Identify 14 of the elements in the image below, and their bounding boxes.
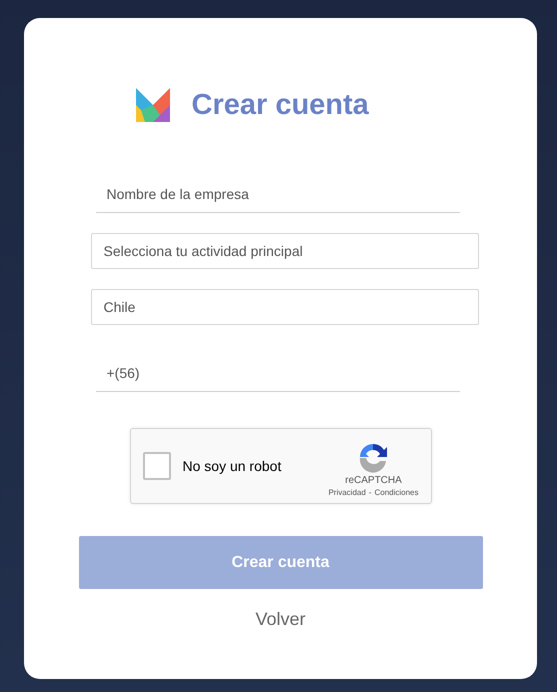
back-link[interactable]: Volver — [255, 609, 306, 630]
input-field[interactable]: +(56) — [96, 355, 460, 392]
captcha-link[interactable]: Condiciones — [374, 488, 418, 497]
input-field[interactable]: Nombre de la empresa — [96, 176, 460, 213]
recaptcha-icon — [357, 441, 390, 473]
input-field[interactable]: Chile — [90, 289, 478, 325]
separator: - — [368, 488, 372, 497]
captcha-link[interactable]: Privacidad — [328, 488, 366, 497]
page-title: Crear cuenta — [192, 88, 369, 122]
captcha-label: No soy un robot — [182, 458, 282, 474]
captcha-checkbox[interactable] — [142, 452, 170, 480]
captcha-brand: reCAPTCHA — [345, 475, 402, 486]
input-field[interactable]: Selecciona tu actividad principal — [90, 233, 478, 269]
logo-icon — [136, 88, 170, 122]
